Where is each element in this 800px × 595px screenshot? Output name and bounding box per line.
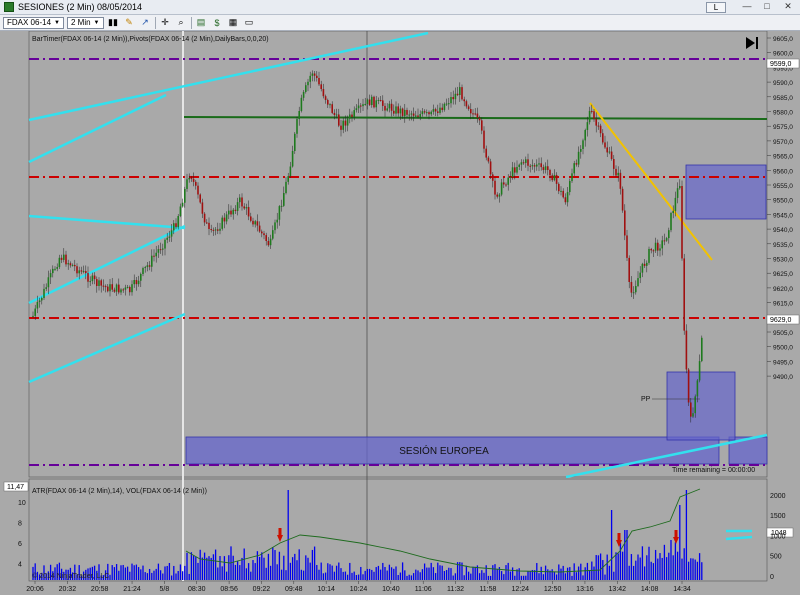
minimize-button[interactable]: — xyxy=(737,1,757,13)
time-tick-label: 09:22 xyxy=(253,586,271,593)
price-tick-label: 9555,0 xyxy=(773,183,793,190)
vol-tick-label: 1500 xyxy=(770,513,786,520)
vol-tick-label: 500 xyxy=(770,554,782,561)
pp-label: PP xyxy=(641,396,651,403)
link-button[interactable]: L xyxy=(706,2,726,13)
price-tick-label: 9570,0 xyxy=(773,139,793,146)
maximize-button[interactable]: □ xyxy=(757,1,777,13)
price-tick-label: 9490,0 xyxy=(773,374,793,381)
time-tick-label: 20:58 xyxy=(91,586,109,593)
strategies-icon[interactable]: $ xyxy=(211,17,224,29)
price-tick-label: 9500,0 xyxy=(773,345,793,352)
time-tick-label: 11:32 xyxy=(447,586,464,593)
price-tick-label: 9550,0 xyxy=(773,198,793,205)
instrument-value: FDAX 06-14 xyxy=(7,17,52,27)
time-tick-label: 13:16 xyxy=(576,586,594,593)
resistance-zone xyxy=(685,164,767,220)
zoom-icon[interactable]: ⌕ xyxy=(175,17,188,29)
time-tick-label: 12:50 xyxy=(544,586,562,593)
close-button[interactable]: ✕ xyxy=(778,1,798,13)
toolbar-divider xyxy=(154,16,156,29)
app-icon xyxy=(4,2,14,12)
price-tick-label: 9505,0 xyxy=(773,330,793,337)
price-tick-label: 9600,0 xyxy=(773,51,793,58)
session-label: SESIÓN EUROPEA xyxy=(399,444,489,457)
price-tick-label: 9620,0 xyxy=(773,286,793,293)
price-tick-label: 9585,0 xyxy=(773,95,793,102)
bar-type-icon[interactable]: ▮▮ xyxy=(107,17,120,29)
price-tick-label: 9590,0 xyxy=(773,80,793,87)
time-tick-label: 20:06 xyxy=(26,586,44,593)
vol-tick-label: 0 xyxy=(770,574,774,581)
time-tick-label: 10:40 xyxy=(382,586,400,593)
time-tick-label: 14:34 xyxy=(673,586,691,593)
time-tick-label: 08:30 xyxy=(188,586,206,593)
time-tick-label: 08:56 xyxy=(220,586,238,593)
chevron-down-icon: ▼ xyxy=(54,19,60,26)
price-tick-label: 9540,0 xyxy=(773,227,793,234)
crosshair-icon[interactable]: ✛ xyxy=(159,17,172,29)
lower-panel-label: ATR(FDAX 06-14 (2 Min),14), VOL(FDAX 06-… xyxy=(32,488,207,495)
price-tick-label: 9565,0 xyxy=(773,154,793,161)
chart-svg[interactable]: SESIÓN EUROPEA PP BarTimer(FDAX 06-14 (2… xyxy=(0,31,800,595)
price-panel xyxy=(28,31,768,478)
time-tick-label: 09:48 xyxy=(285,586,303,593)
vol-tick-label: 1000 xyxy=(770,533,786,540)
pencil-icon[interactable]: ✎ xyxy=(123,17,136,29)
time-tick-label: 12:24 xyxy=(511,586,529,593)
time-tick-label: 10:14 xyxy=(317,586,335,593)
chart-toolbar: FDAX 06-14 ▼ 2 Min ▼ ▮▮ ✎ ↗ ✛ ⌕ ▤ $ ▦ ▭ xyxy=(0,15,800,31)
window-title: SESIONES (2 Min) 08/05/2014 xyxy=(18,2,143,12)
time-axis: 20:06 20:32 20:58 21:24 5/8 08:30 08:56 09:22 09… xyxy=(26,581,691,593)
atr-marker-text: 11,47 xyxy=(7,484,24,491)
price-tick-label: 9545,0 xyxy=(773,212,793,219)
price-tick-label: 9560,0 xyxy=(773,168,793,175)
price-axis: 9605,09600,09595,09590,09585,09580,09575… xyxy=(767,36,793,381)
interval-select[interactable]: 2 Min ▼ xyxy=(66,16,104,29)
atr-tick-label: 6 xyxy=(18,541,22,548)
time-tick-label: 13:42 xyxy=(609,586,627,593)
support-zone xyxy=(666,371,736,441)
draw-tools-icon[interactable]: ↗ xyxy=(139,17,152,29)
time-tick-label: 21:24 xyxy=(123,586,141,593)
chevron-down-icon: ▼ xyxy=(93,19,100,26)
price-tick-label: 9495,0 xyxy=(773,359,793,366)
indicators-icon[interactable]: ▤ xyxy=(195,17,208,29)
indicator-label: BarTimer(FDAX 06-14 (2 Min)),Pivots(FDAX… xyxy=(32,36,269,43)
interval-value: 2 Min xyxy=(70,17,91,27)
time-tick-label: 5/8 xyxy=(160,586,170,593)
price-tick-label: 9530,0 xyxy=(773,257,793,264)
price-tick-label: 9575,0 xyxy=(773,124,793,131)
instrument-select[interactable]: FDAX 06-14 ▼ xyxy=(3,16,64,29)
atr-tick-label: 8 xyxy=(18,521,22,528)
price-tick-label: 9535,0 xyxy=(773,242,793,249)
price-tick-label: 9605,0 xyxy=(773,36,793,43)
data-box-icon[interactable]: ▭ xyxy=(243,17,256,29)
atr-tick-label: 10 xyxy=(18,500,26,507)
toolbar-divider xyxy=(190,16,192,29)
copyright: © 2014 NinjaTrader, LLC xyxy=(32,572,109,580)
price-tick-label: 9580,0 xyxy=(773,110,793,117)
window-titlebar: SESIONES (2 Min) 08/05/2014 L — □ ✕ xyxy=(0,0,800,15)
atr-tick-label: 4 xyxy=(18,562,22,569)
price-tick-label: 9615,0 xyxy=(773,301,793,308)
properties-icon[interactable]: ▦ xyxy=(227,17,240,29)
price-marker-last-text: 9629,0 xyxy=(770,317,792,324)
time-tick-label: 11:58 xyxy=(479,586,496,593)
time-tick-label: 20:32 xyxy=(59,586,77,593)
price-marker-top-text: 9599,0 xyxy=(770,61,792,68)
time-tick-label: 11:06 xyxy=(415,586,432,593)
chart-area[interactable]: SESIÓN EUROPEA PP BarTimer(FDAX 06-14 (2… xyxy=(0,31,800,595)
time-tick-label: 10:24 xyxy=(350,586,368,593)
time-remaining: Time remaining = 00:00:00 xyxy=(672,467,755,474)
vol-tick-label: 2000 xyxy=(770,493,786,500)
price-tick-label: 9625,0 xyxy=(773,271,793,278)
time-tick-label: 14:08 xyxy=(641,586,659,593)
